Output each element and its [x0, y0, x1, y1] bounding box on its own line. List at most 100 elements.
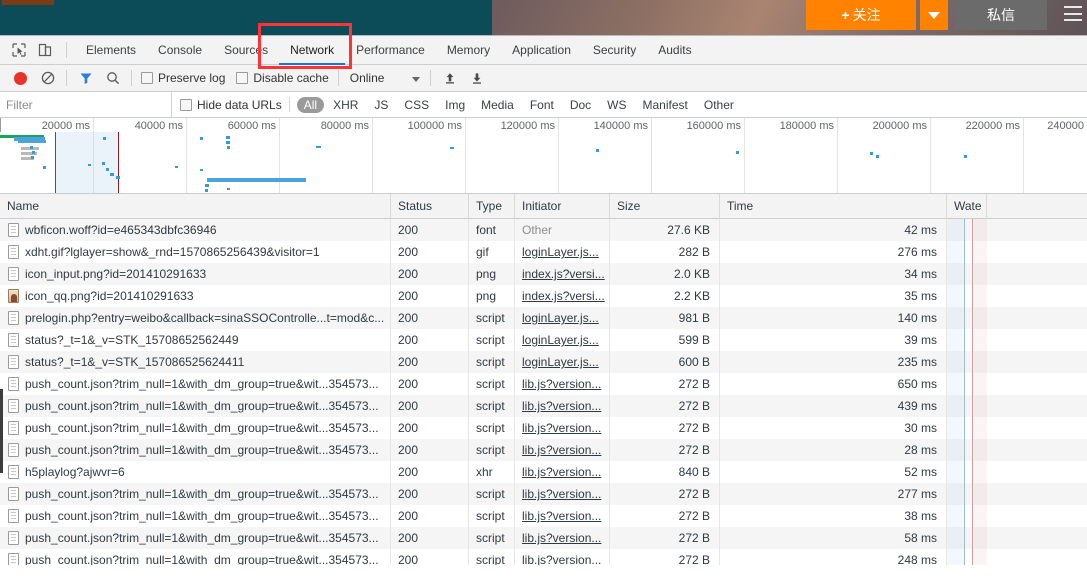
filter-icon[interactable]: [72, 65, 99, 91]
column-header-name[interactable]: Name: [0, 194, 391, 219]
cell-initiator[interactable]: loginLayer.js...: [515, 241, 610, 263]
table-row[interactable]: push_count.json?trim_null=1&with_dm_grou…: [0, 527, 1087, 549]
export-har-icon[interactable]: [463, 65, 490, 91]
cell-waterfall[interactable]: [947, 219, 987, 241]
cell-name[interactable]: h5playlog?ajwvr=6: [0, 461, 391, 483]
tab-application[interactable]: Application: [501, 36, 582, 65]
initiator-link[interactable]: loginLayer.js...: [522, 355, 599, 369]
cell-name[interactable]: icon_qq.png?id=201410291633: [0, 285, 391, 307]
initiator-link[interactable]: loginLayer.js...: [522, 311, 599, 325]
type-filter-font[interactable]: Font: [523, 97, 561, 113]
inspect-element-icon[interactable]: [6, 37, 32, 63]
cell-name[interactable]: status?_t=1&_v=STK_15708652562449: [0, 329, 391, 351]
tab-audits[interactable]: Audits: [647, 36, 702, 65]
cell-initiator[interactable]: lib.js?version...: [515, 373, 610, 395]
column-header-size[interactable]: Size: [610, 194, 720, 219]
cell-initiator[interactable]: loginLayer.js...: [515, 329, 610, 351]
cell-name[interactable]: icon_input.png?id=201410291633: [0, 263, 391, 285]
table-row[interactable]: push_count.json?trim_null=1&with_dm_grou…: [0, 505, 1087, 527]
cell-waterfall[interactable]: [947, 329, 987, 351]
throttle-select-value[interactable]: Online: [350, 71, 385, 85]
disable-cache-checkbox[interactable]: Disable cache: [236, 71, 329, 85]
cell-name[interactable]: push_count.json?trim_null=1&with_dm_grou…: [0, 373, 391, 395]
network-request-table[interactable]: Name Status Type Initiator Size Time Wate wbfi…: [0, 194, 1087, 565]
initiator-link[interactable]: lib.js?version...: [522, 465, 601, 479]
table-row[interactable]: icon_qq.png?id=201410291633 200 png index.j…: [0, 285, 1087, 307]
filter-input[interactable]: [0, 92, 172, 117]
cell-name[interactable]: push_count.json?trim_null=1&with_dm_grou…: [0, 505, 391, 527]
cell-waterfall[interactable]: [947, 483, 987, 505]
follow-button[interactable]: + 关注: [806, 0, 916, 30]
initiator-link[interactable]: index.js?versi...: [522, 267, 605, 281]
cell-waterfall[interactable]: [947, 241, 987, 263]
initiator-link[interactable]: lib.js?version...: [522, 377, 601, 391]
tab-network[interactable]: Network: [279, 36, 345, 65]
type-filter-doc[interactable]: Doc: [563, 97, 598, 113]
type-filter-media[interactable]: Media: [474, 97, 521, 113]
cell-waterfall[interactable]: [947, 351, 987, 373]
initiator-link[interactable]: lib.js?version...: [522, 421, 601, 435]
type-filter-xhr[interactable]: XHR: [326, 97, 365, 113]
cell-name[interactable]: push_count.json?trim_null=1&with_dm_grou…: [0, 549, 391, 565]
type-filter-ws[interactable]: WS: [600, 97, 633, 113]
preserve-log-checkbox[interactable]: Preserve log: [141, 71, 225, 85]
device-toolbar-icon[interactable]: [32, 37, 58, 63]
menu-icon[interactable]: [1064, 6, 1082, 21]
type-filter-css[interactable]: CSS: [397, 97, 436, 113]
import-har-icon[interactable]: [436, 65, 463, 91]
cell-waterfall[interactable]: [947, 439, 987, 461]
cell-waterfall[interactable]: [947, 263, 987, 285]
type-filter-js[interactable]: JS: [367, 97, 395, 113]
initiator-link[interactable]: lib.js?version...: [522, 509, 601, 523]
table-row[interactable]: icon_input.png?id=201410291633 200 png inde…: [0, 263, 1087, 285]
initiator-link[interactable]: lib.js?version...: [522, 487, 601, 501]
cell-initiator[interactable]: lib.js?version...: [515, 461, 610, 483]
cell-name[interactable]: push_count.json?trim_null=1&with_dm_grou…: [0, 527, 391, 549]
table-row[interactable]: xdht.gif?lglayer=show&_rnd=1570865256439…: [0, 241, 1087, 263]
table-row[interactable]: status?_t=1&_v=STK_157086525624411 200 scr…: [0, 351, 1087, 373]
table-row[interactable]: h5playlog?ajwvr=6 200 xhr lib.js?version...…: [0, 461, 1087, 483]
cell-initiator[interactable]: loginLayer.js...: [515, 351, 610, 373]
cell-name[interactable]: push_count.json?trim_null=1&with_dm_grou…: [0, 483, 391, 505]
tab-sources[interactable]: Sources: [213, 36, 279, 65]
cell-initiator[interactable]: lib.js?version...: [515, 505, 610, 527]
type-filter-all[interactable]: All: [296, 96, 325, 113]
initiator-link[interactable]: lib.js?version...: [522, 399, 601, 413]
initiator-link[interactable]: index.js?versi...: [522, 289, 605, 303]
table-row[interactable]: push_count.json?trim_null=1&with_dm_grou…: [0, 439, 1087, 461]
tab-performance[interactable]: Performance: [345, 36, 436, 65]
cell-waterfall[interactable]: [947, 461, 987, 483]
cell-name[interactable]: prelogin.php?entry=weibo&callback=sinaSS…: [0, 307, 391, 329]
follow-dropdown-button[interactable]: [920, 0, 948, 30]
tab-console[interactable]: Console: [147, 36, 213, 65]
cell-initiator[interactable]: lib.js?version...: [515, 527, 610, 549]
initiator-link[interactable]: loginLayer.js...: [522, 245, 599, 259]
hide-data-urls-checkbox[interactable]: Hide data URLs: [180, 98, 282, 112]
clear-button[interactable]: [34, 65, 61, 91]
table-row[interactable]: push_count.json?trim_null=1&with_dm_grou…: [0, 373, 1087, 395]
initiator-link[interactable]: lib.js?version...: [522, 531, 601, 545]
cell-waterfall[interactable]: [947, 527, 987, 549]
cell-initiator[interactable]: lib.js?version...: [515, 439, 610, 461]
cell-initiator[interactable]: lib.js?version...: [515, 483, 610, 505]
initiator-link[interactable]: lib.js?version...: [522, 553, 601, 565]
initiator-link[interactable]: lib.js?version...: [522, 443, 601, 457]
initiator-link[interactable]: loginLayer.js...: [522, 333, 599, 347]
timeline-selection[interactable]: [55, 132, 118, 193]
tab-memory[interactable]: Memory: [436, 36, 501, 65]
cell-waterfall[interactable]: [947, 373, 987, 395]
type-filter-other[interactable]: Other: [697, 97, 741, 113]
message-button[interactable]: 私信: [955, 0, 1047, 30]
cell-name[interactable]: push_count.json?trim_null=1&with_dm_grou…: [0, 395, 391, 417]
cell-name[interactable]: status?_t=1&_v=STK_157086525624411: [0, 351, 391, 373]
type-filter-img[interactable]: Img: [438, 97, 472, 113]
tab-elements[interactable]: Elements: [75, 36, 147, 65]
table-row[interactable]: status?_t=1&_v=STK_15708652562449 200 scri…: [0, 329, 1087, 351]
cell-waterfall[interactable]: [947, 549, 987, 565]
column-header-type[interactable]: Type: [469, 194, 515, 219]
cell-initiator[interactable]: lib.js?version...: [515, 417, 610, 439]
column-header-status[interactable]: Status: [391, 194, 469, 219]
type-filter-manifest[interactable]: Manifest: [636, 97, 695, 113]
cell-initiator[interactable]: Other: [515, 219, 610, 241]
table-row[interactable]: prelogin.php?entry=weibo&callback=sinaSS…: [0, 307, 1087, 329]
